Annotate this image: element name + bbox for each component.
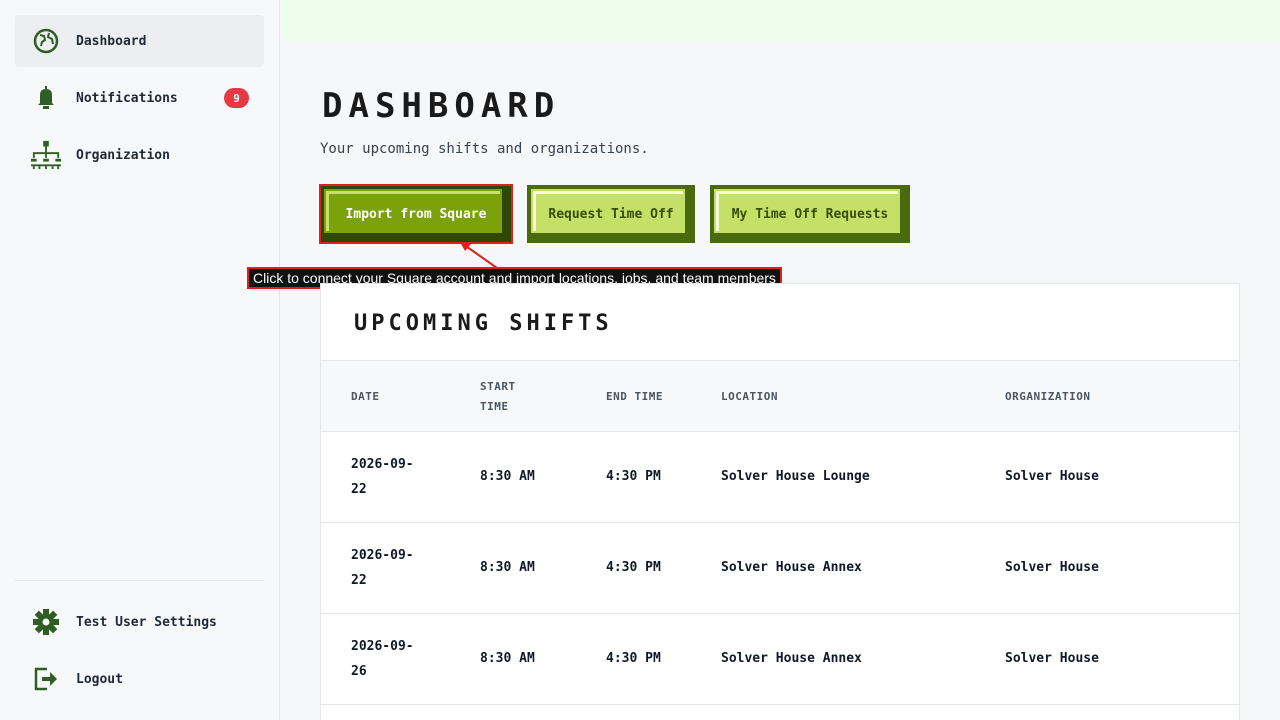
cell-location: Solver House Annex xyxy=(721,651,862,666)
sidebar-item-notifications[interactable]: Notifications 9 xyxy=(15,72,264,124)
sidebar: Dashboard Notifications 9 Organization T… xyxy=(0,0,280,720)
column-header-start-time: START TIME xyxy=(480,377,560,417)
cell-end-time: 4:30 PM xyxy=(606,651,661,666)
sidebar-item-label: Organization xyxy=(76,147,170,163)
table-row: 2026-09- 22 8:30 AM 4:30 PM Solver House… xyxy=(321,523,1239,614)
cell-date-line2: 22 xyxy=(351,573,367,588)
card-title: UPCOMING SHIFTS xyxy=(354,311,613,336)
cell-organization: Solver House xyxy=(1005,469,1099,484)
sidebar-item-logout[interactable]: Logout xyxy=(15,653,264,705)
column-header-start-line1: START xyxy=(480,380,516,393)
page-title: DASHBOARD xyxy=(322,86,561,126)
button-label: Import from Square xyxy=(345,206,487,222)
sidebar-item-dashboard[interactable]: Dashboard xyxy=(15,15,264,67)
column-header-organization: ORGANIZATION xyxy=(1005,390,1091,403)
import-from-square-button[interactable]: Import from Square xyxy=(320,185,512,243)
cell-organization: Solver House xyxy=(1005,560,1099,575)
column-header-start-line2: TIME xyxy=(480,400,509,413)
sidebar-item-label: Notifications xyxy=(76,90,178,106)
column-header-end-time: END TIME xyxy=(606,390,663,403)
my-time-off-requests-button[interactable]: My Time Off Requests xyxy=(710,185,910,243)
button-label: Request Time Off xyxy=(548,206,674,222)
logout-icon xyxy=(31,664,61,694)
cell-date-line2: 22 xyxy=(351,482,367,497)
cell-start-time: 8:30 AM xyxy=(480,651,535,666)
table-row: 2026-09- 22 8:30 AM 4:30 PM Solver House… xyxy=(321,432,1239,523)
cell-date-line1: 2026-09- xyxy=(351,548,414,563)
cell-date: 2026-09- 22 xyxy=(351,452,431,502)
cell-start-time: 8:30 AM xyxy=(480,560,535,575)
bell-icon xyxy=(31,83,61,113)
cell-date-line1: 2026-09- xyxy=(351,457,414,472)
top-banner xyxy=(281,0,1280,41)
cell-start-time: 8:30 AM xyxy=(480,469,535,484)
request-time-off-button[interactable]: Request Time Off xyxy=(527,185,695,243)
cell-end-time: 4:30 PM xyxy=(606,469,661,484)
sidebar-item-label: Logout xyxy=(76,671,123,687)
notification-count-badge: 9 xyxy=(224,88,249,108)
cell-date: 2026-09- 26 xyxy=(351,634,431,684)
tooltip-arrow-icon xyxy=(460,242,498,269)
sidebar-item-organization[interactable]: Organization xyxy=(15,129,264,181)
table-row: 2026-09- 26 8:30 AM 4:30 PM Solver House… xyxy=(321,614,1239,705)
sidebar-item-label: Test User Settings xyxy=(76,614,217,630)
table-header: DATE START TIME END TIME LOCATION ORGANI… xyxy=(321,360,1239,432)
cell-location: Solver House Annex xyxy=(721,560,862,575)
page-subtitle: Your upcoming shifts and organizations. xyxy=(320,141,649,157)
sidebar-item-label: Dashboard xyxy=(76,33,147,49)
sidebar-divider xyxy=(15,580,264,581)
cell-organization: Solver House xyxy=(1005,651,1099,666)
column-header-date: DATE xyxy=(351,390,380,403)
cell-end-time: 4:30 PM xyxy=(606,560,661,575)
button-label: My Time Off Requests xyxy=(731,206,889,222)
cell-date-line2: 26 xyxy=(351,664,367,679)
cell-date-line1: 2026-09- xyxy=(351,639,414,654)
gear-icon xyxy=(31,607,61,637)
cell-date: 2026-09- 22 xyxy=(351,543,431,593)
upcoming-shifts-card: UPCOMING SHIFTS DATE START TIME END TIME… xyxy=(320,283,1240,720)
cell-location: Solver House Lounge xyxy=(721,469,870,484)
org-chart-icon xyxy=(31,140,61,170)
sidebar-item-settings[interactable]: Test User Settings xyxy=(15,596,264,648)
globe-icon xyxy=(31,26,61,56)
column-header-location: LOCATION xyxy=(721,390,778,403)
